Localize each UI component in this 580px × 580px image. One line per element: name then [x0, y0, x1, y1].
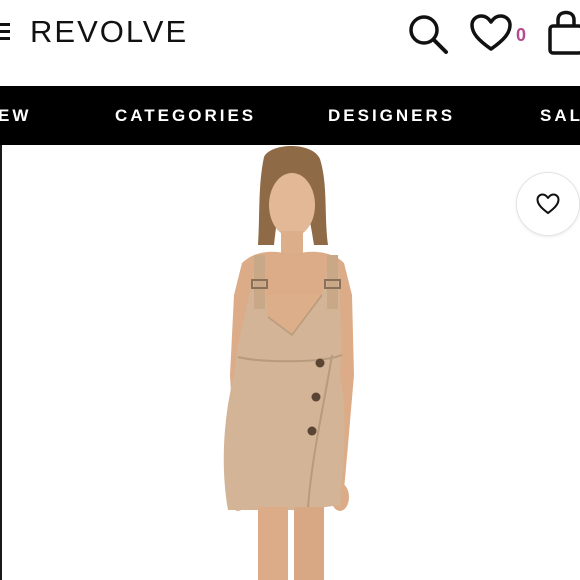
nav-item-new[interactable]: EW — [0, 106, 31, 126]
heart-icon[interactable] — [470, 14, 512, 52]
add-to-wishlist-button[interactable] — [516, 172, 580, 236]
nav-item-designers[interactable]: DESIGNERS — [328, 106, 455, 126]
nav-item-categories[interactable]: CATEGORIES — [115, 106, 256, 126]
brand-logo[interactable]: REVOLVE — [30, 14, 188, 50]
category-nav-bar: EW CATEGORIES DESIGNERS SAL — [0, 86, 580, 145]
menu-icon[interactable] — [0, 21, 12, 43]
shopping-bag-icon[interactable] — [546, 10, 580, 56]
nav-item-sale[interactable]: SAL — [540, 106, 580, 126]
site-header: REVOLVE 0 — [0, 0, 580, 86]
product-image-area — [2, 145, 580, 580]
heart-outline-icon — [536, 193, 560, 214]
product-image[interactable] — [2, 145, 580, 580]
search-icon[interactable] — [406, 12, 450, 56]
wishlist-count[interactable]: 0 — [516, 25, 526, 46]
